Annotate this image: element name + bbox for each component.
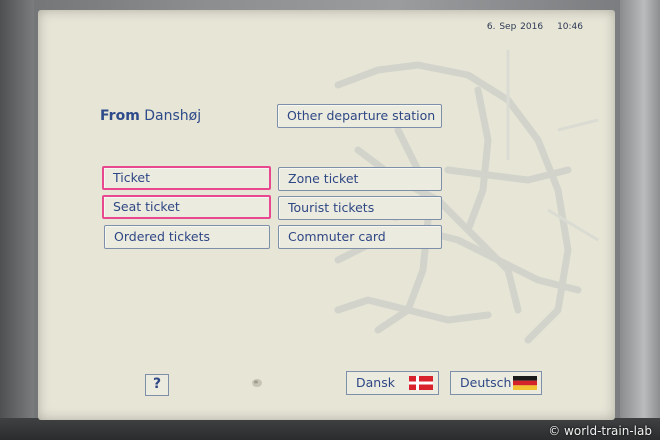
ticket-machine-screen: 6. Sep 2016 10:46 From Danshøj Other depa… [38, 10, 615, 420]
station-name: Danshøj [144, 108, 202, 124]
departure-station-label: From Danshøj [100, 108, 201, 124]
seat-ticket-button[interactable]: Seat ticket [102, 195, 271, 219]
language-dansk-label: Dansk [356, 375, 395, 390]
commuter-card-button[interactable]: Commuter card [278, 225, 442, 249]
tourist-tickets-button[interactable]: Tourist tickets [278, 196, 442, 220]
date-text: 6. Sep 2016 [486, 22, 544, 32]
other-departure-station-button[interactable]: Other departure station [277, 104, 442, 128]
date-time-display: 6. Sep 2016 10:46 [473, 22, 583, 32]
language-deutsch-button[interactable]: Deutsch [450, 371, 542, 395]
screen-smudge [252, 379, 262, 387]
bezel-right-edge [620, 0, 660, 440]
photo-watermark: © world-train-lab [548, 424, 652, 438]
language-deutsch-label: Deutsch [460, 375, 512, 390]
ticket-button[interactable]: Ticket [102, 166, 271, 190]
help-button[interactable]: ? [145, 374, 169, 396]
germany-flag-icon [513, 376, 537, 390]
from-prefix: From [100, 108, 140, 124]
ordered-tickets-button[interactable]: Ordered tickets [104, 225, 270, 249]
bezel-left-edge [0, 0, 34, 440]
denmark-flag-icon [409, 376, 433, 390]
zone-ticket-button[interactable]: Zone ticket [278, 167, 442, 191]
language-dansk-button[interactable]: Dansk [346, 371, 439, 395]
time-text: 10:46 [557, 22, 583, 32]
